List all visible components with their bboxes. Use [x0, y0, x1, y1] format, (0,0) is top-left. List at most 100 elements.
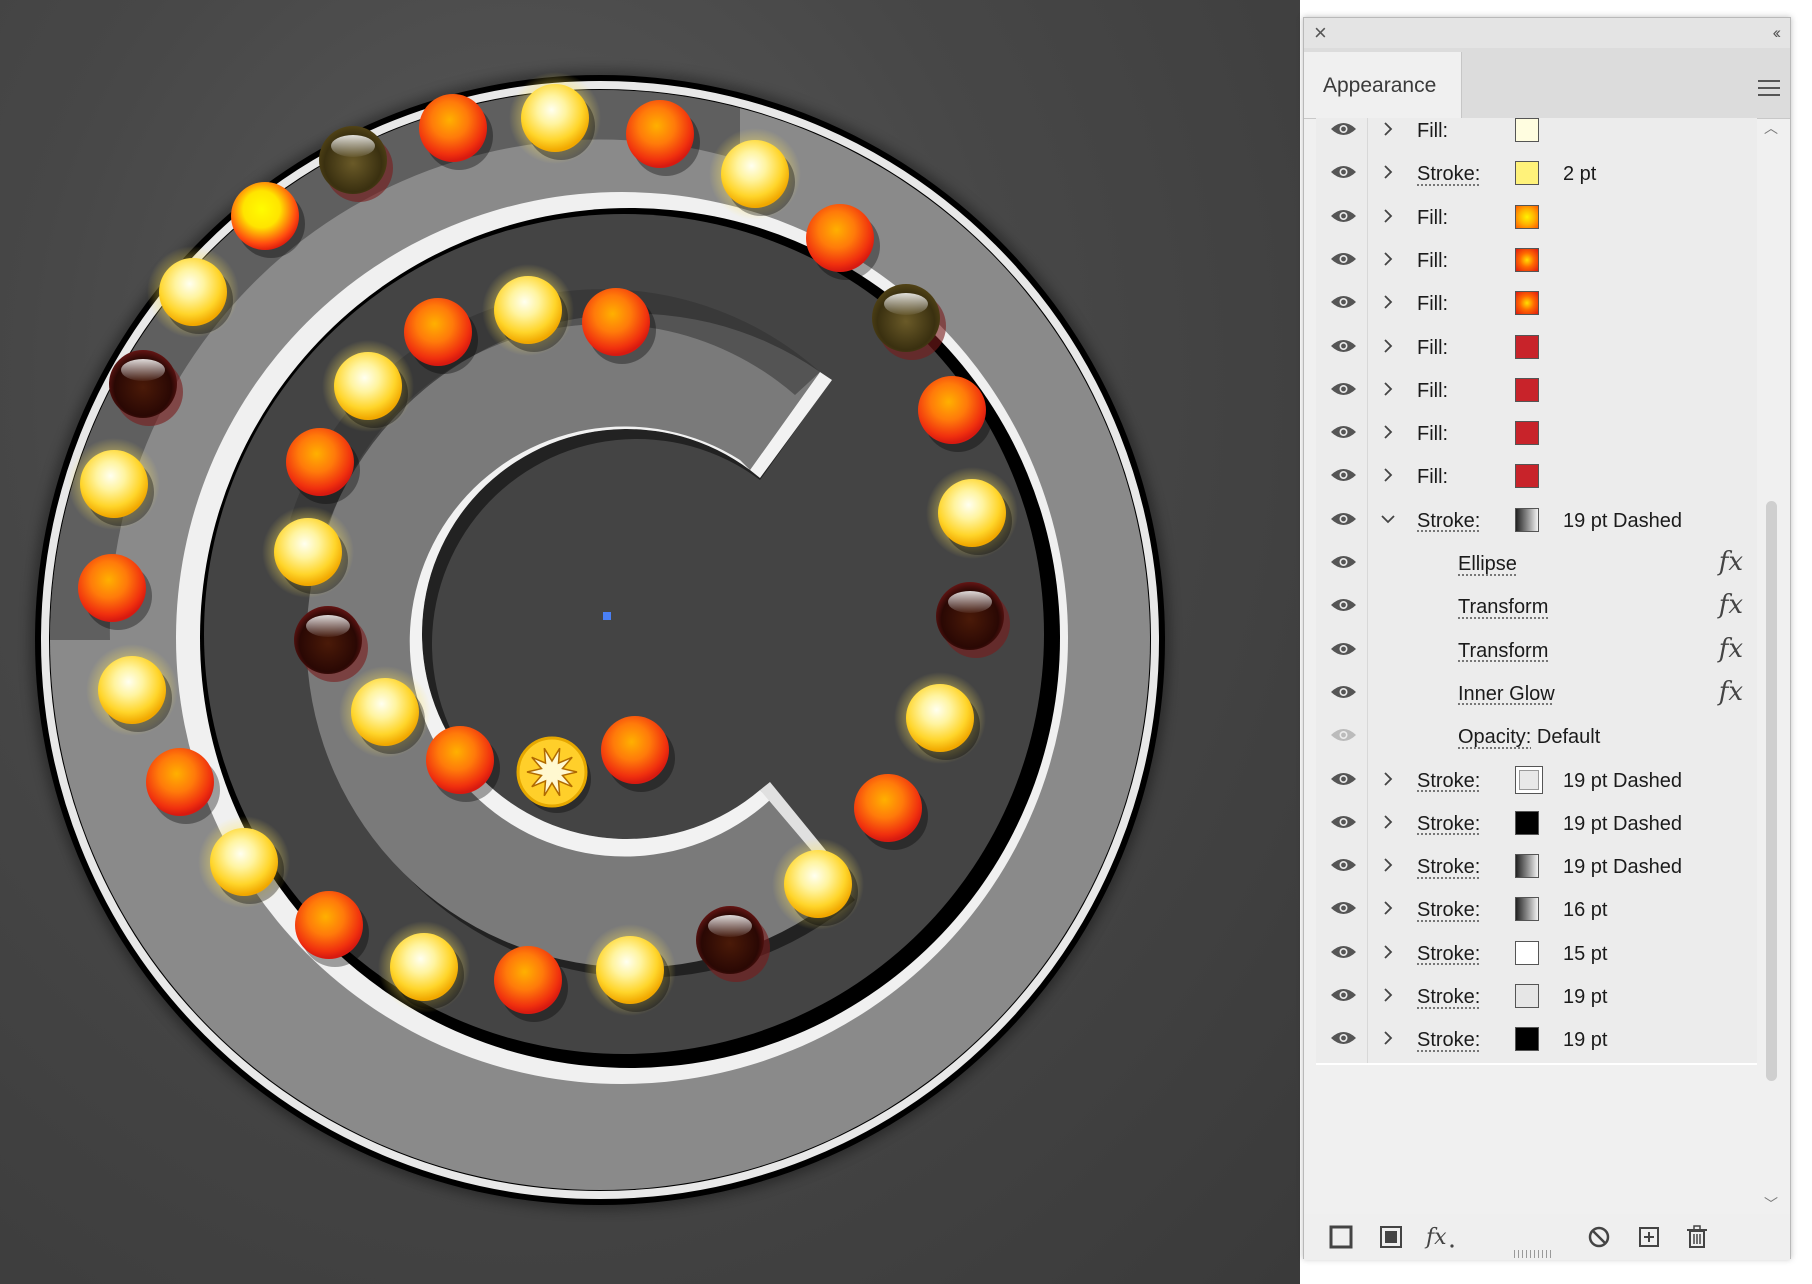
attribute-label[interactable]: Stroke:: [1417, 770, 1480, 793]
stroke-swatch[interactable]: [1515, 765, 1543, 794]
color-swatch[interactable]: [1515, 940, 1539, 965]
visibility-eye-icon[interactable]: [1330, 207, 1357, 225]
chevron-right-icon[interactable]: [1382, 292, 1394, 312]
fill-attribute-row[interactable]: Fill:: [1316, 194, 1757, 243]
chevron-right-icon[interactable]: [1382, 206, 1394, 226]
color-swatch[interactable]: [1515, 984, 1539, 1008]
effect-row[interactable]: Transform fx: [1316, 584, 1757, 633]
visibility-eye-icon[interactable]: [1330, 899, 1357, 917]
fill-attribute-row[interactable]: Fill:: [1316, 324, 1757, 373]
color-swatch[interactable]: [1515, 334, 1539, 359]
chevron-right-icon[interactable]: [1382, 249, 1394, 269]
add-new-fill-icon[interactable]: [1378, 1224, 1404, 1250]
tab-appearance[interactable]: Appearance: [1304, 52, 1462, 118]
visibility-eye-icon[interactable]: [1330, 1029, 1357, 1047]
color-swatch[interactable]: [1515, 854, 1539, 879]
effect-row[interactable]: Transform fx: [1316, 627, 1757, 676]
chevron-right-icon[interactable]: [1382, 162, 1394, 182]
chevron-right-icon[interactable]: [1382, 336, 1394, 356]
chevron-right-icon[interactable]: [1382, 769, 1394, 789]
visibility-eye-icon[interactable]: [1330, 986, 1357, 1004]
attribute-label[interactable]: Stroke:: [1417, 1029, 1480, 1052]
fill-attribute-row[interactable]: Fill:: [1316, 367, 1757, 416]
visibility-eye-icon[interactable]: [1330, 250, 1357, 268]
chevron-right-icon[interactable]: [1382, 119, 1394, 139]
collapse-chevrons-icon[interactable]: ‹‹: [1773, 21, 1782, 45]
color-swatch[interactable]: [1515, 291, 1539, 316]
visibility-eye-icon[interactable]: [1330, 813, 1357, 831]
visibility-eye-icon[interactable]: [1330, 553, 1357, 571]
scroll-up-icon[interactable]: ︿: [1764, 118, 1778, 138]
artboard-canvas[interactable]: [0, 0, 1300, 1284]
close-icon[interactable]: ×: [1314, 20, 1327, 46]
effect-name-link[interactable]: Transform: [1458, 640, 1548, 663]
chevron-right-icon[interactable]: [1382, 855, 1394, 875]
color-swatch[interactable]: [1515, 204, 1539, 229]
color-swatch[interactable]: [1515, 897, 1539, 922]
stroke-attribute-row[interactable]: Stroke: 19 pt Dashed: [1316, 800, 1757, 849]
chevron-right-icon[interactable]: [1382, 379, 1394, 399]
clear-appearance-icon[interactable]: [1586, 1224, 1612, 1250]
scroll-down-icon[interactable]: ﹀: [1764, 1194, 1778, 1214]
color-swatch[interactable]: [1515, 464, 1539, 489]
color-swatch[interactable]: [1515, 507, 1539, 532]
color-swatch[interactable]: [1515, 247, 1539, 272]
fx-menu-icon[interactable]: fx: [1424, 1224, 1458, 1250]
scrollbar-thumb[interactable]: [1766, 501, 1777, 1081]
visibility-eye-icon[interactable]: [1330, 510, 1357, 528]
chevron-right-icon[interactable]: [1382, 812, 1394, 832]
effect-row[interactable]: Ellipse fx: [1316, 541, 1757, 589]
attribute-label[interactable]: Stroke:: [1417, 899, 1480, 922]
visibility-eye-icon[interactable]: [1330, 466, 1357, 484]
opacity-row[interactable]: Opacity: Default: [1316, 714, 1757, 763]
visibility-eye-icon[interactable]: [1330, 640, 1357, 658]
effect-name-link[interactable]: Inner Glow: [1458, 683, 1555, 706]
chevron-right-icon[interactable]: [1382, 422, 1394, 442]
stroke-attribute-row[interactable]: Stroke: 2 pt: [1316, 151, 1757, 200]
effect-name-link[interactable]: Ellipse: [1458, 553, 1517, 576]
opacity-link[interactable]: Opacity:: [1458, 726, 1531, 748]
visibility-eye-icon[interactable]: [1330, 423, 1357, 441]
delete-item-icon[interactable]: [1684, 1224, 1710, 1250]
visibility-eye-icon[interactable]: [1330, 163, 1357, 181]
color-swatch[interactable]: [1515, 377, 1539, 402]
visibility-eye-icon[interactable]: [1330, 337, 1357, 355]
attribute-label[interactable]: Stroke:: [1417, 510, 1480, 533]
chevron-right-icon[interactable]: [1382, 1028, 1394, 1048]
fill-attribute-row[interactable]: Fill:: [1316, 237, 1757, 286]
stroke-attribute-row[interactable]: Stroke: 16 pt: [1316, 887, 1757, 936]
visibility-eye-icon[interactable]: [1330, 120, 1357, 138]
attribute-label[interactable]: Stroke:: [1417, 986, 1480, 1009]
marquee-copyright-artwork[interactable]: [0, 0, 1300, 1284]
panel-scrollbar[interactable]: ︿ ﹀: [1761, 118, 1783, 1214]
hamburger-menu-icon[interactable]: [1758, 80, 1780, 101]
color-swatch[interactable]: [1515, 161, 1539, 186]
stroke-attribute-row[interactable]: Stroke: 19 pt Dashed: [1316, 844, 1757, 893]
chevron-right-icon[interactable]: [1382, 465, 1394, 485]
color-swatch[interactable]: [1515, 1027, 1539, 1052]
visibility-eye-icon[interactable]: [1330, 943, 1357, 961]
stroke-attribute-row[interactable]: Stroke: 15 pt: [1316, 930, 1757, 979]
attribute-label[interactable]: Stroke:: [1417, 943, 1480, 966]
color-swatch[interactable]: [1515, 118, 1539, 142]
effect-row[interactable]: Inner Glow fx: [1316, 670, 1757, 719]
stroke-attribute-row[interactable]: Stroke: 19 pt Dashed: [1316, 497, 1757, 546]
duplicate-item-icon[interactable]: [1636, 1224, 1662, 1250]
fill-attribute-row[interactable]: Fill:: [1316, 411, 1757, 460]
chevron-down-icon[interactable]: [1380, 509, 1396, 529]
fill-attribute-row[interactable]: Fill:: [1316, 454, 1757, 503]
resize-grip[interactable]: [1514, 1250, 1554, 1258]
attribute-label[interactable]: Stroke:: [1417, 856, 1480, 879]
stroke-attribute-row[interactable]: Stroke: 19 pt: [1316, 1017, 1757, 1066]
attribute-label[interactable]: Stroke:: [1417, 163, 1480, 186]
visibility-eye-icon[interactable]: [1330, 856, 1357, 874]
effect-name-link[interactable]: Transform: [1458, 596, 1548, 619]
fill-attribute-row[interactable]: Fill:: [1316, 118, 1757, 156]
visibility-eye-icon[interactable]: [1330, 596, 1357, 614]
stroke-attribute-row[interactable]: Stroke: 19 pt: [1316, 974, 1757, 1022]
visibility-eye-icon[interactable]: [1330, 683, 1357, 701]
chevron-right-icon[interactable]: [1382, 898, 1394, 918]
add-new-stroke-icon[interactable]: [1328, 1224, 1354, 1250]
visibility-eye-icon[interactable]: [1330, 293, 1357, 311]
fill-attribute-row[interactable]: Fill:: [1316, 281, 1757, 330]
